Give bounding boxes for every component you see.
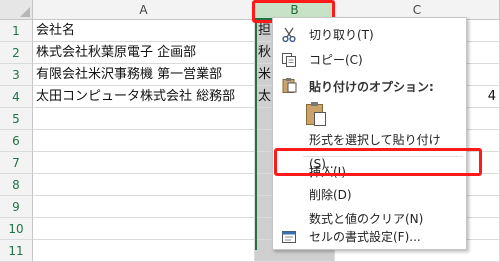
cell-a6[interactable] xyxy=(33,130,255,152)
format-cells-icon xyxy=(282,231,296,243)
cell-a7[interactable] xyxy=(33,152,255,174)
cell-a9[interactable] xyxy=(33,196,255,218)
menu-item-copy-label: コピー(C) xyxy=(309,53,363,67)
column-header-a[interactable]: A xyxy=(33,0,255,20)
menu-item-cut-label: 切り取り(T) xyxy=(309,28,374,42)
row-header-3[interactable]: 3 xyxy=(0,64,33,86)
menu-item-format-cells-label: セルの書式設定(F)... xyxy=(309,230,421,244)
context-menu: 切り取り(T) コピー(C) 貼り付けのオプション: 形式を選択して貼り付け(S… xyxy=(272,17,467,250)
menu-item-format-cells[interactable]: セルの書式設定(F)... xyxy=(273,225,466,249)
cell-a8[interactable] xyxy=(33,174,255,196)
cell-a2[interactable]: 株式会社秋葉原電子 企画部 xyxy=(33,42,255,64)
cell-a4[interactable]: 太田コンピュータ株式会社 総務部 xyxy=(33,86,255,108)
menu-item-copy[interactable]: コピー(C) xyxy=(273,48,466,72)
select-all-corner[interactable] xyxy=(0,0,33,20)
scissors-icon xyxy=(282,27,296,43)
row-header-9[interactable]: 9 xyxy=(0,196,33,218)
cell-a3[interactable]: 有限会社米沢事務機 第一営業部 xyxy=(33,64,255,86)
menu-item-cut[interactable]: 切り取り(T) xyxy=(273,23,466,47)
insert-highlight-box xyxy=(274,148,482,176)
row-header-6[interactable]: 6 xyxy=(0,130,33,152)
cell-a10[interactable] xyxy=(33,218,255,240)
paste-options-header: 貼り付けのオプション: xyxy=(309,80,434,94)
select-all-triangle-icon xyxy=(20,7,30,17)
row-header-5[interactable]: 5 xyxy=(0,108,33,130)
cell-a1[interactable]: 会社名 xyxy=(33,20,255,42)
cell-a11[interactable] xyxy=(33,240,255,262)
row-header-7[interactable]: 7 xyxy=(0,152,33,174)
row-header-10[interactable]: 10 xyxy=(0,218,33,240)
clipboard-icon[interactable] xyxy=(305,101,327,127)
copy-icon xyxy=(282,53,296,67)
menu-item-delete[interactable]: 削除(D) xyxy=(273,183,466,207)
row-header-8[interactable]: 8 xyxy=(0,174,33,196)
row-header-1[interactable]: 1 xyxy=(0,20,33,42)
row-header-2[interactable]: 2 xyxy=(0,42,33,64)
paste-icon xyxy=(282,78,297,93)
menu-item-delete-label: 削除(D) xyxy=(309,188,352,202)
row-header-4[interactable]: 4 xyxy=(0,86,33,108)
row-header-11[interactable]: 11 xyxy=(0,240,33,262)
cell-a5[interactable] xyxy=(33,108,255,130)
